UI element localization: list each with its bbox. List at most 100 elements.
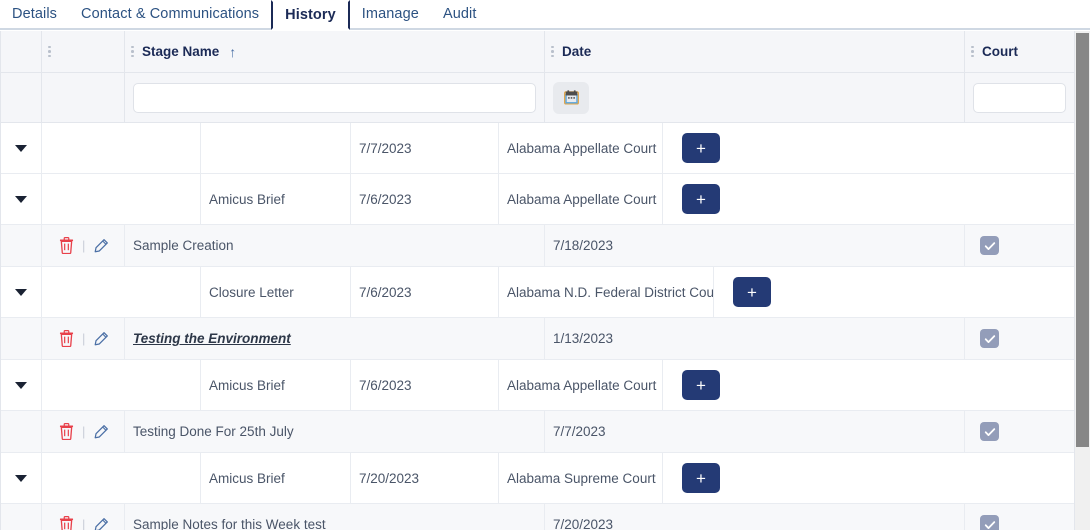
court-checkbox[interactable] — [980, 236, 999, 255]
add-row-button[interactable]: + — [682, 184, 720, 214]
vertical-scrollbar[interactable] — [1075, 31, 1090, 530]
subgrid-cell-court: Alabama N.D. Federal District Court — [499, 267, 714, 317]
tab-history[interactable]: History — [271, 0, 350, 30]
table-row-detail: | Testing Done For 25th July 7/7/2023 — [1, 411, 1074, 453]
delete-row-button[interactable] — [59, 516, 74, 530]
detail-actions-cell: | — [42, 504, 125, 530]
subgrid-cell-name: Amicus Brief — [201, 360, 351, 410]
table-row-detail: | Testing the Environment 1/13/2023 — [1, 318, 1074, 360]
expand-row-toggle[interactable] — [1, 360, 42, 410]
subgrid-cell-date: 7/6/2023 — [351, 174, 499, 224]
detail-date-cell: 7/7/2023 — [545, 411, 965, 452]
caret-down-icon[interactable] — [15, 288, 27, 296]
expand-row-toggle[interactable] — [1, 453, 42, 503]
subgrid-cell-date: 7/6/2023 — [351, 267, 499, 317]
court-filter-input[interactable] — [973, 82, 1066, 113]
expand-row-toggle[interactable] — [1, 267, 42, 317]
subgrid-cell-name: Closure Letter — [201, 267, 351, 317]
add-row-button[interactable]: + — [682, 370, 720, 400]
subgrid-add-cell: + — [663, 174, 1074, 224]
tab-imanage[interactable]: Imanage — [349, 0, 431, 30]
pencil-icon — [94, 238, 109, 252]
subgrid-add-cell: + — [663, 453, 1074, 503]
column-header-date-label: Date — [562, 44, 592, 59]
add-row-button[interactable]: + — [682, 133, 720, 163]
drag-handle-icon[interactable] — [48, 43, 52, 59]
tab-bar-filler — [488, 0, 1090, 30]
drag-handle-icon[interactable] — [131, 43, 135, 59]
column-header-stage-name-label: Stage Name — [142, 44, 220, 59]
delete-row-button[interactable] — [59, 423, 74, 440]
detail-cell-spacer — [1, 225, 42, 266]
add-row-button[interactable]: + — [733, 277, 771, 307]
court-checkbox[interactable] — [980, 515, 999, 530]
detail-court-cell — [965, 318, 1074, 359]
action-divider: | — [82, 424, 86, 439]
detail-note-text: Sample Creation — [133, 238, 234, 253]
drag-handle-icon[interactable] — [551, 43, 555, 59]
subgrid-cell-blank — [42, 174, 201, 224]
grid-filter-row — [1, 73, 1074, 123]
subgrid-cell-name: Amicus Brief — [201, 453, 351, 503]
pencil-icon — [95, 517, 109, 530]
column-header-actions[interactable] — [42, 31, 125, 72]
subgrid-cell-blank — [42, 453, 201, 503]
trash-icon — [59, 516, 74, 530]
tab-contact-communications[interactable]: Contact & Communications — [69, 0, 272, 30]
table-row-master: Closure Letter 7/6/2023 Alabama N.D. Feder… — [1, 267, 1074, 318]
delete-row-button[interactable] — [59, 330, 74, 347]
edit-row-button[interactable] — [93, 331, 109, 347]
grid-body: 7/7/2023 Alabama Appellate Court + Amicus B… — [1, 123, 1074, 530]
column-header-court[interactable]: Court — [965, 31, 1074, 72]
table-row-master: Amicus Brief 7/20/2023 Alabama Supreme Cou… — [1, 453, 1074, 504]
caret-down-icon[interactable] — [15, 381, 27, 389]
detail-cell-spacer — [1, 504, 42, 530]
filter-cell-expand — [1, 73, 42, 122]
subgrid-cell-name — [201, 123, 351, 173]
caret-down-icon[interactable] — [15, 144, 27, 152]
history-grid-container: Stage Name ↑ Date Court 7/7/2023 Alabama… — [0, 30, 1090, 530]
detail-date-cell: 7/20/2023 — [545, 504, 965, 530]
caret-down-icon[interactable] — [15, 195, 27, 203]
subgrid-cell-date: 7/7/2023 — [351, 123, 499, 173]
filter-cell-court — [965, 73, 1074, 122]
court-checkbox[interactable] — [980, 329, 999, 348]
table-row-detail: | Sample Creation 7/18/2023 — [1, 225, 1074, 267]
subgrid-cell-name: Amicus Brief — [201, 174, 351, 224]
expand-row-toggle[interactable] — [1, 174, 42, 224]
sort-ascending-icon[interactable]: ↑ — [229, 44, 236, 60]
subgrid-add-cell: + — [663, 360, 1074, 410]
subgrid-cell-date: 7/20/2023 — [351, 453, 499, 503]
edit-row-button[interactable] — [93, 424, 109, 440]
expand-row-toggle[interactable] — [1, 123, 42, 173]
table-row-master: Amicus Brief 7/6/2023 Alabama Appellate Co… — [1, 174, 1074, 225]
detail-note-cell: Testing Done For 25th July — [125, 411, 545, 452]
caret-down-icon[interactable] — [15, 474, 27, 482]
stage-name-filter-input[interactable] — [133, 82, 536, 113]
subgrid-cell-court: Alabama Appellate Court — [499, 360, 663, 410]
detail-note-text: Sample Notes for this Week test — [133, 517, 326, 530]
court-checkbox[interactable] — [980, 422, 999, 441]
trash-icon — [59, 330, 74, 347]
edit-row-button[interactable] — [93, 238, 109, 254]
column-header-stage-name[interactable]: Stage Name ↑ — [125, 31, 545, 72]
add-row-button[interactable]: + — [682, 463, 720, 493]
column-header-date[interactable]: Date — [545, 31, 965, 72]
drag-handle-icon[interactable] — [971, 43, 975, 59]
subgrid-cell-date: 7/6/2023 — [351, 360, 499, 410]
detail-note-cell: Testing the Environment — [125, 318, 545, 359]
edit-row-button[interactable] — [93, 517, 109, 530]
detail-cell-spacer — [1, 411, 42, 452]
filter-cell-date — [545, 73, 965, 122]
action-divider: | — [82, 331, 86, 346]
subgrid-add-cell: + — [663, 123, 1074, 173]
delete-row-button[interactable] — [59, 237, 74, 254]
tab-details[interactable]: Details — [0, 0, 70, 30]
vertical-scrollbar-thumb[interactable] — [1076, 33, 1089, 447]
detail-actions-cell: | — [42, 225, 125, 266]
tab-bar: Details Contact & Communications History Im… — [0, 0, 1090, 30]
date-picker-button[interactable] — [553, 81, 589, 114]
calendar-icon — [563, 90, 579, 105]
tab-audit[interactable]: Audit — [430, 0, 489, 30]
column-header-expand — [1, 31, 42, 72]
